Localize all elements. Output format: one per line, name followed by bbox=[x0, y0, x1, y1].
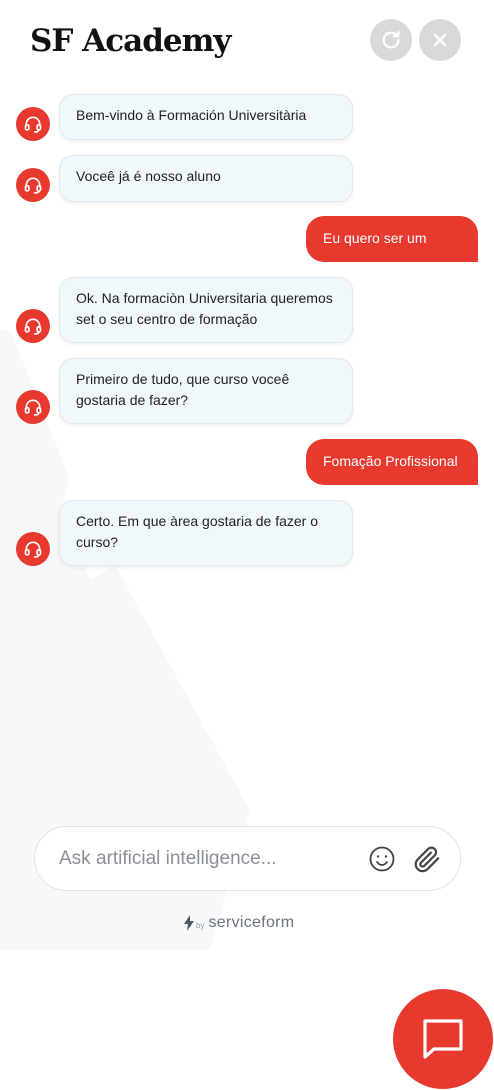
refresh-icon bbox=[382, 30, 400, 49]
headset-icon bbox=[24, 541, 42, 558]
powered-by: by serviceform bbox=[184, 912, 294, 934]
bolt-icon bbox=[184, 915, 194, 931]
user-message: Fomação Profissional bbox=[306, 439, 478, 485]
bot-avatar bbox=[16, 532, 50, 566]
bot-avatar bbox=[16, 107, 50, 141]
paperclip-icon bbox=[414, 846, 440, 873]
headset-icon bbox=[24, 399, 42, 416]
refresh-button[interactable] bbox=[370, 19, 412, 61]
chat-launcher-button[interactable] bbox=[393, 989, 493, 1089]
headset-icon bbox=[24, 318, 42, 335]
bot-message: Ok. Na formaciòn Universitaria queremos … bbox=[59, 277, 353, 343]
user-message: Eu quero ser um bbox=[306, 216, 478, 262]
headset-icon bbox=[24, 116, 42, 133]
close-button[interactable] bbox=[419, 19, 461, 61]
by-label: by bbox=[196, 920, 205, 930]
chat-input[interactable] bbox=[59, 845, 359, 873]
emoji-icon bbox=[369, 846, 395, 872]
chat-header: SF Academy bbox=[0, 0, 494, 84]
bot-message: Voceê já é nosso aluno bbox=[59, 155, 353, 202]
message-composer bbox=[34, 826, 461, 891]
bot-avatar bbox=[16, 390, 50, 424]
bot-avatar bbox=[16, 309, 50, 343]
attach-button[interactable] bbox=[412, 844, 442, 874]
headset-icon bbox=[24, 177, 42, 194]
close-icon bbox=[433, 33, 447, 47]
emoji-button[interactable] bbox=[367, 844, 397, 874]
brand-name: serviceform bbox=[208, 914, 295, 931]
bot-avatar bbox=[16, 168, 50, 202]
app-title: SF Academy bbox=[30, 23, 231, 59]
bot-message: Certo. Em que àrea gostaria de fazer o c… bbox=[59, 500, 353, 566]
bot-message: Bem-vindo à Formación Universitària bbox=[59, 94, 353, 140]
bot-message: Primeiro de tudo, que curso voceê gostar… bbox=[59, 358, 353, 424]
chat-bubble-icon bbox=[423, 1019, 463, 1059]
